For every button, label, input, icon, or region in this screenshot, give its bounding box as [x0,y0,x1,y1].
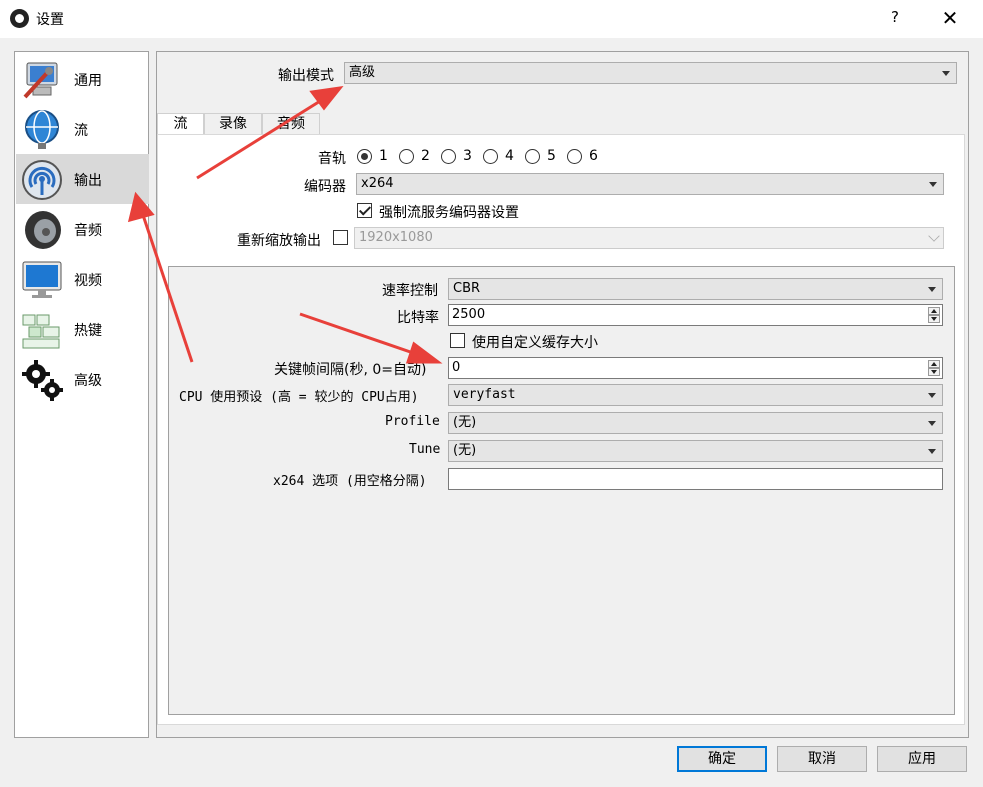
general-settings-icon [23,62,58,99]
output-mode-value: 高级 [349,65,376,80]
cancel-button[interactable]: 取消 [777,746,867,772]
spin-up-icon[interactable] [928,307,940,315]
profile-value: (无) [453,415,477,430]
stream-icon [25,110,59,149]
window-title: 设置 [36,12,64,28]
x264-options-input[interactable] [448,468,943,490]
enforce-encoder-label: 强制流服务编码器设置 [379,205,519,221]
sidebar-item-label: 热键 [74,323,102,339]
audio-speaker-icon [25,211,61,249]
keyframe-interval-spinbox[interactable]: 0 [448,357,943,379]
tab-stream[interactable]: 流 [157,113,204,136]
obs-app-icon [10,9,29,28]
bitrate-value: 2500 [452,307,486,322]
rescale-resolution-value: 1920x1080 [359,230,433,245]
cpu-preset-value: veryfast [453,387,516,402]
spin-down-icon[interactable] [928,368,940,376]
rescale-output-label: 重新缩放输出 [237,233,321,249]
track-2-radio[interactable] [399,149,414,164]
close-button[interactable]: ✕ [930,5,970,31]
track-1-label: 1 [379,148,388,164]
rate-control-select[interactable]: CBR [448,278,943,300]
track-5-label: 5 [547,148,556,164]
tune-label: Tune [409,442,441,457]
encoder-value: x264 [361,176,394,191]
tune-value: (无) [453,443,477,458]
rate-control-value: CBR [453,281,481,296]
track-1-radio[interactable] [357,149,372,164]
profile-label: Profile [385,414,440,429]
sidebar-item-label: 通用 [74,73,102,89]
chevron-down-icon [928,287,936,292]
chevron-down-icon [942,71,950,76]
hotkeys-keyboard-icon [22,314,60,349]
sidebar-item-video[interactable]: 视频 [16,254,149,304]
bitrate-label: 比特率 [397,310,439,326]
encoder-select[interactable]: x264 [356,173,944,195]
track-4-label: 4 [505,148,514,164]
x264-options-label: x264 选项 (用空格分隔) [273,474,427,489]
cpu-preset-select[interactable]: veryfast [448,384,943,406]
chevron-down-icon [928,449,936,454]
chevron-down-icon [928,393,936,398]
tab-audio[interactable]: 音频 [262,113,320,135]
sidebar-item-label: 高级 [74,373,102,389]
ok-button[interactable]: 确定 [677,746,767,772]
sidebar-item-advanced[interactable]: 高级 [16,354,149,404]
spin-down-icon[interactable] [928,315,940,323]
sidebar-item-output[interactable]: 输出 [16,154,149,204]
output-mode-select[interactable]: 高级 [344,62,957,84]
encoder-label: 编码器 [304,179,346,195]
settings-sidebar: 通用 流 输出 音频 视频 热键 高级 [14,51,149,738]
custom-buffer-label: 使用自定义缓存大小 [472,335,598,351]
sidebar-item-label: 视频 [74,273,102,289]
track-6-radio[interactable] [567,149,582,164]
track-3-radio[interactable] [441,149,456,164]
rescale-output-checkbox[interactable] [333,230,348,245]
sidebar-item-label: 流 [74,123,88,139]
rescale-resolution-select[interactable]: 1920x1080 [354,227,944,249]
sidebar-item-general[interactable]: 通用 [16,54,149,104]
sidebar-item-label: 输出 [74,173,102,189]
output-icon [22,160,62,200]
output-mode-label: 输出模式 [278,68,334,84]
chevron-down-icon [928,230,940,242]
sidebar-item-stream[interactable]: 流 [16,104,149,154]
track-4-radio[interactable] [483,149,498,164]
track-6-label: 6 [589,148,598,164]
sidebar-item-hotkeys[interactable]: 热键 [16,304,149,354]
chevron-down-icon [929,182,937,187]
keyframe-interval-value: 0 [452,360,461,375]
apply-button[interactable]: 应用 [877,746,967,772]
rate-control-label: 速率控制 [382,283,438,299]
sidebar-item-label: 音频 [74,223,102,239]
track-3-label: 3 [463,148,472,164]
audio-track-label: 音轨 [318,151,346,167]
track-2-label: 2 [421,148,430,164]
tune-select[interactable]: (无) [448,440,943,462]
enforce-encoder-checkbox[interactable] [357,203,372,218]
spin-up-icon[interactable] [928,360,940,368]
track-5-radio[interactable] [525,149,540,164]
sidebar-item-audio[interactable]: 音频 [16,204,149,254]
help-button[interactable]: ? [880,8,910,30]
custom-buffer-checkbox[interactable] [450,333,465,348]
chevron-down-icon [928,421,936,426]
bitrate-spinbox[interactable]: 2500 [448,304,943,326]
keyframe-interval-label: 关键帧间隔(秒, 0=自动) [274,362,427,378]
tab-recording[interactable]: 录像 [204,113,262,135]
profile-select[interactable]: (无) [448,412,943,434]
advanced-gears-icon [22,360,63,401]
cpu-preset-label: CPU 使用预设 (高 = 较少的 CPU占用) [179,390,419,405]
video-monitor-icon [22,261,62,298]
title-bar [0,0,983,38]
